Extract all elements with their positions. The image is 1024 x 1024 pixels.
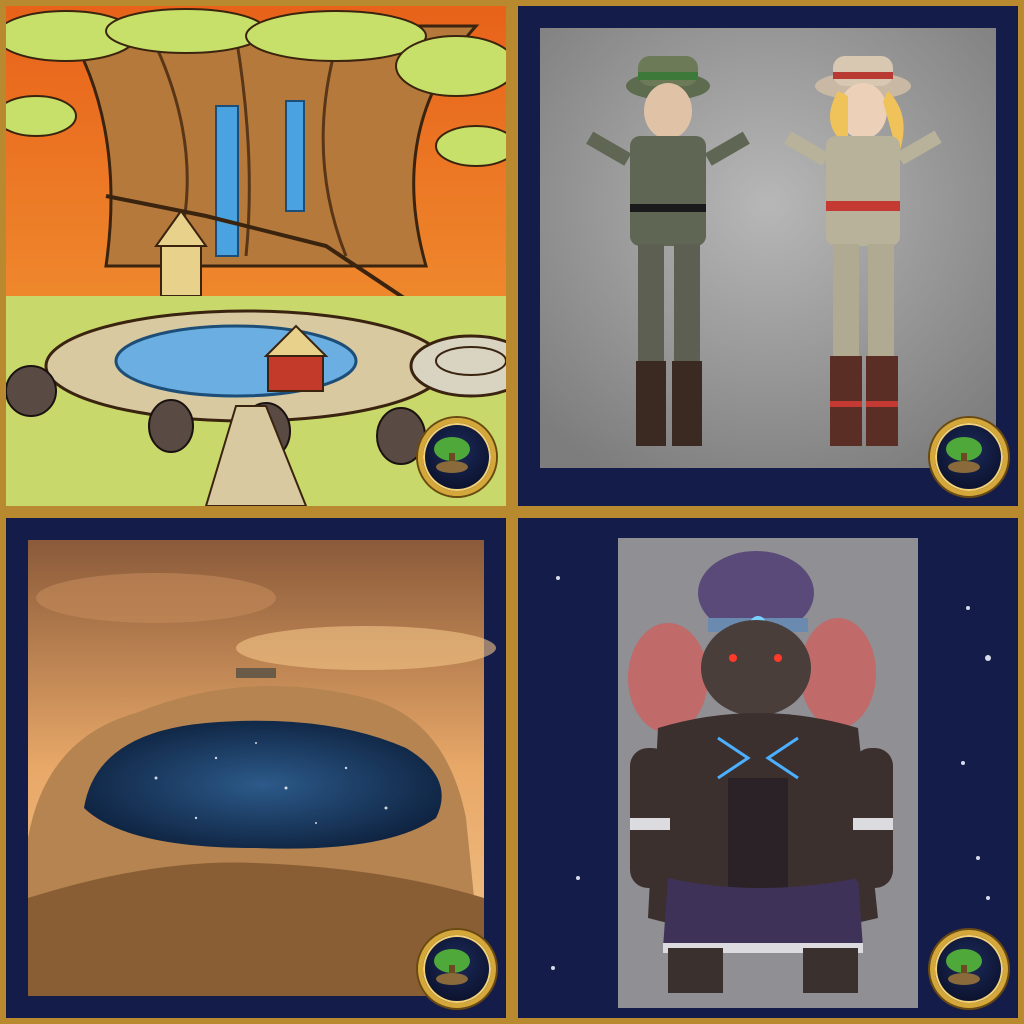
panel-zafaria-hub (0, 0, 512, 512)
zafaria-world-emblem-icon (418, 418, 496, 496)
zafaria-world-emblem-icon (930, 930, 1008, 1008)
concept-art-collage (0, 0, 1024, 1024)
zafaria-world-emblem-icon (930, 418, 1008, 496)
zafaria-world-emblem-icon (418, 930, 496, 1008)
panel-explorer-outfits (512, 0, 1024, 512)
panel-elephant-character (512, 512, 1024, 1024)
panel-crater-lake (0, 512, 512, 1024)
